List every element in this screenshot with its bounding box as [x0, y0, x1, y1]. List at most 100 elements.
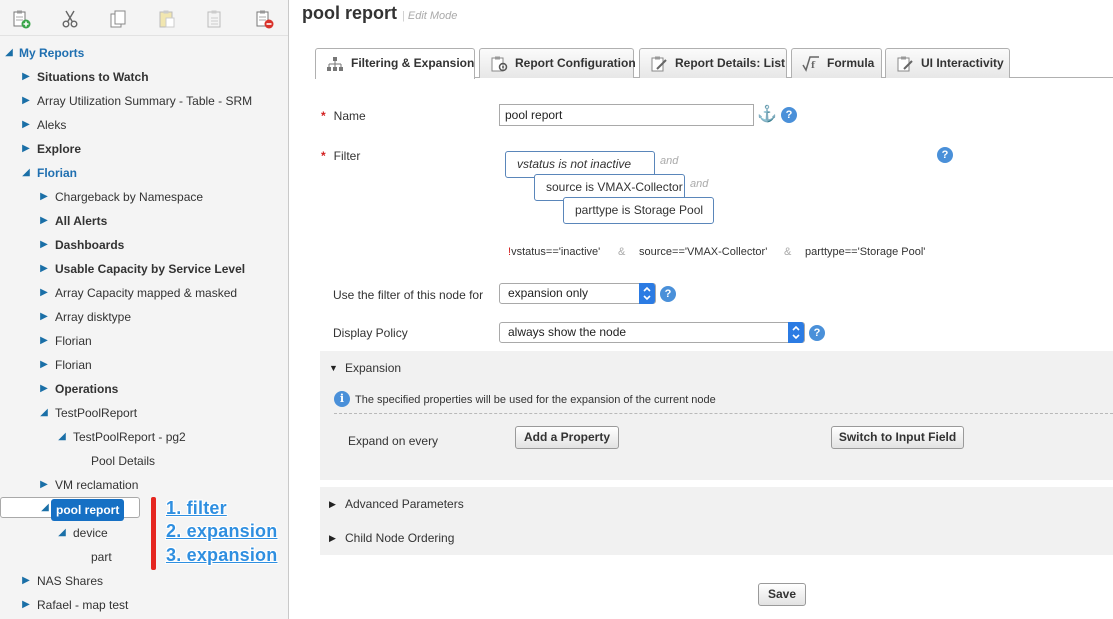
filter-expression: parttype=='Storage Pool'	[805, 246, 926, 258]
expression-operator: &	[618, 246, 626, 258]
paste-special-icon[interactable]	[205, 9, 225, 29]
tree-node[interactable]: ▶ Florian	[0, 353, 288, 377]
chevron-updown-icon	[788, 322, 804, 343]
collapsed-arrow-icon[interactable]: ▶	[39, 185, 49, 209]
tab-ui-interactivity[interactable]: UI Interactivity	[885, 48, 1010, 78]
child-node-ordering-section-header[interactable]: ▶ Child Node Ordering	[320, 521, 1113, 555]
tab-report-details-list[interactable]: Report Details: List	[639, 48, 787, 78]
filter-expression: !vstatus=='inactive'	[508, 246, 601, 258]
tree-node[interactable]: ▶ Array Utilization Summary - Table - SR…	[0, 89, 288, 113]
tree-node[interactable]: ▶ Usable Capacity by Service Level	[0, 257, 288, 281]
expanded-arrow-icon[interactable]: ◢	[21, 161, 31, 185]
help-icon[interactable]: ?	[937, 147, 953, 163]
expanded-arrow-icon[interactable]: ◢	[4, 41, 14, 65]
use-filter-label: Use the filter of this node for	[333, 288, 484, 302]
annotation-expansion: 3. expansion	[166, 545, 278, 565]
tab-bar: Filtering & Expansion Report Configurati…	[315, 48, 1113, 79]
tree-node-selected[interactable]: ◢ pool report	[0, 497, 140, 521]
help-icon[interactable]: ?	[781, 107, 797, 123]
formula-icon: f	[802, 55, 820, 73]
required-marker: *	[321, 149, 326, 163]
collapsed-arrow-icon[interactable]: ▶	[39, 473, 49, 497]
help-icon[interactable]: ?	[809, 325, 825, 341]
and-connector: and	[690, 178, 709, 190]
filter-label: * Filter	[321, 149, 361, 163]
collapsed-arrow-icon[interactable]: ▶	[39, 281, 49, 305]
collapsed-arrow-icon[interactable]: ▶	[39, 257, 49, 281]
collapsed-arrow-icon[interactable]: ▶	[21, 137, 31, 161]
display-policy-select[interactable]: always show the node	[499, 322, 805, 343]
annotation-expansion: 2. expansion	[166, 521, 278, 541]
and-connector: and	[660, 155, 679, 167]
tree-node-florian[interactable]: ◢ Florian	[0, 161, 288, 185]
tree-node[interactable]: ▶ Explore	[0, 137, 288, 161]
svg-text:f: f	[811, 61, 816, 71]
collapsed-arrow-icon[interactable]: ▶	[21, 569, 31, 593]
chevron-updown-icon	[639, 283, 655, 304]
name-label: * Name	[321, 109, 366, 123]
add-report-icon[interactable]	[11, 9, 31, 29]
tree-node[interactable]: ▶ Florian	[0, 329, 288, 353]
tree-node[interactable]: ▶ Array disktype	[0, 305, 288, 329]
collapsed-arrow-icon[interactable]: ▶	[39, 209, 49, 233]
caret-right-icon: ▶	[329, 533, 336, 543]
tab-report-configuration[interactable]: Report Configuration	[479, 48, 636, 78]
collapsed-arrow-icon[interactable]: ▶	[21, 593, 31, 617]
use-filter-select[interactable]: expansion only	[499, 283, 656, 304]
tab-formula[interactable]: f Formula	[791, 48, 882, 78]
tree-node-my-reports[interactable]: ◢ My Reports	[0, 41, 288, 65]
cut-icon[interactable]	[60, 9, 80, 29]
tree-node[interactable]: ▶ NAS Shares	[0, 569, 288, 593]
tree-node[interactable]: ▶ Chargeback by Namespace	[0, 185, 288, 209]
collapsed-arrow-icon[interactable]: ▶	[21, 65, 31, 89]
collapsed-arrow-icon[interactable]: ▶	[39, 353, 49, 377]
collapsed-arrow-icon[interactable]: ▶	[39, 377, 49, 401]
tree-node[interactable]: ▶ Array Capacity mapped & masked	[0, 281, 288, 305]
tree-node[interactable]: ▶ Dashboards	[0, 233, 288, 257]
delete-report-icon[interactable]	[254, 9, 274, 29]
tree-toolbar	[0, 0, 288, 36]
anchor-icon[interactable]: ⚓	[757, 104, 777, 124]
collapsed-arrow-icon[interactable]: ▶	[39, 233, 49, 257]
expanded-arrow-icon[interactable]: ◢	[57, 425, 67, 449]
tree-node[interactable]: ▶ Rafael - map test	[0, 593, 288, 617]
expansion-section-body: i The specified properties will be used …	[320, 383, 1113, 480]
tree-node[interactable]: ▶ All Alerts	[0, 209, 288, 233]
ui-interactivity-icon	[896, 55, 914, 73]
required-marker: *	[321, 109, 326, 123]
tree-node[interactable]: ▶ Aleks	[0, 113, 288, 137]
info-icon: i	[334, 391, 350, 407]
paste-icon[interactable]	[157, 9, 177, 29]
tab-filtering-expansion[interactable]: Filtering & Expansion	[315, 48, 475, 79]
add-property-button[interactable]: Add a Property	[515, 426, 619, 449]
annotation-bar	[151, 497, 156, 570]
caret-right-icon: ▶	[329, 499, 336, 509]
hierarchy-icon	[326, 55, 344, 73]
report-config-icon	[490, 55, 508, 73]
annotation-filter: 1. filter	[166, 498, 227, 518]
filter-condition[interactable]: parttype is Storage Pool	[563, 197, 714, 224]
expanded-arrow-icon[interactable]: ◢	[39, 401, 49, 425]
expansion-info-text: The specified properties will be used fo…	[355, 394, 716, 406]
help-icon[interactable]: ?	[660, 286, 676, 302]
collapsed-arrow-icon[interactable]: ▶	[39, 329, 49, 353]
switch-input-field-button[interactable]: Switch to Input Field	[831, 426, 964, 449]
tree-node[interactable]: part	[0, 545, 140, 569]
tree-node[interactable]: ◢ TestPoolReport	[0, 401, 288, 425]
tree-node[interactable]: ▶ Operations	[0, 377, 288, 401]
copy-icon[interactable]	[108, 9, 128, 29]
collapsed-arrow-icon[interactable]: ▶	[21, 113, 31, 137]
collapsed-arrow-icon[interactable]: ▶	[21, 89, 31, 113]
tree-node[interactable]: ◢ device	[0, 521, 140, 545]
tree-node[interactable]: ▶ Situations to Watch	[0, 65, 288, 89]
expansion-section-header[interactable]: ▼ Expansion	[320, 351, 1113, 383]
tree-node[interactable]: ▶ VM reclamation	[0, 473, 288, 497]
advanced-parameters-section-header[interactable]: ▶ Advanced Parameters	[320, 487, 1113, 521]
save-button[interactable]: Save	[758, 583, 806, 606]
expanded-arrow-icon[interactable]: ◢	[40, 498, 50, 517]
tree-node[interactable]: Pool Details	[0, 449, 288, 473]
expanded-arrow-icon[interactable]: ◢	[57, 521, 67, 545]
tree-node[interactable]: ◢ TestPoolReport - pg2	[0, 425, 288, 449]
name-input[interactable]: pool report	[499, 104, 754, 126]
collapsed-arrow-icon[interactable]: ▶	[39, 305, 49, 329]
